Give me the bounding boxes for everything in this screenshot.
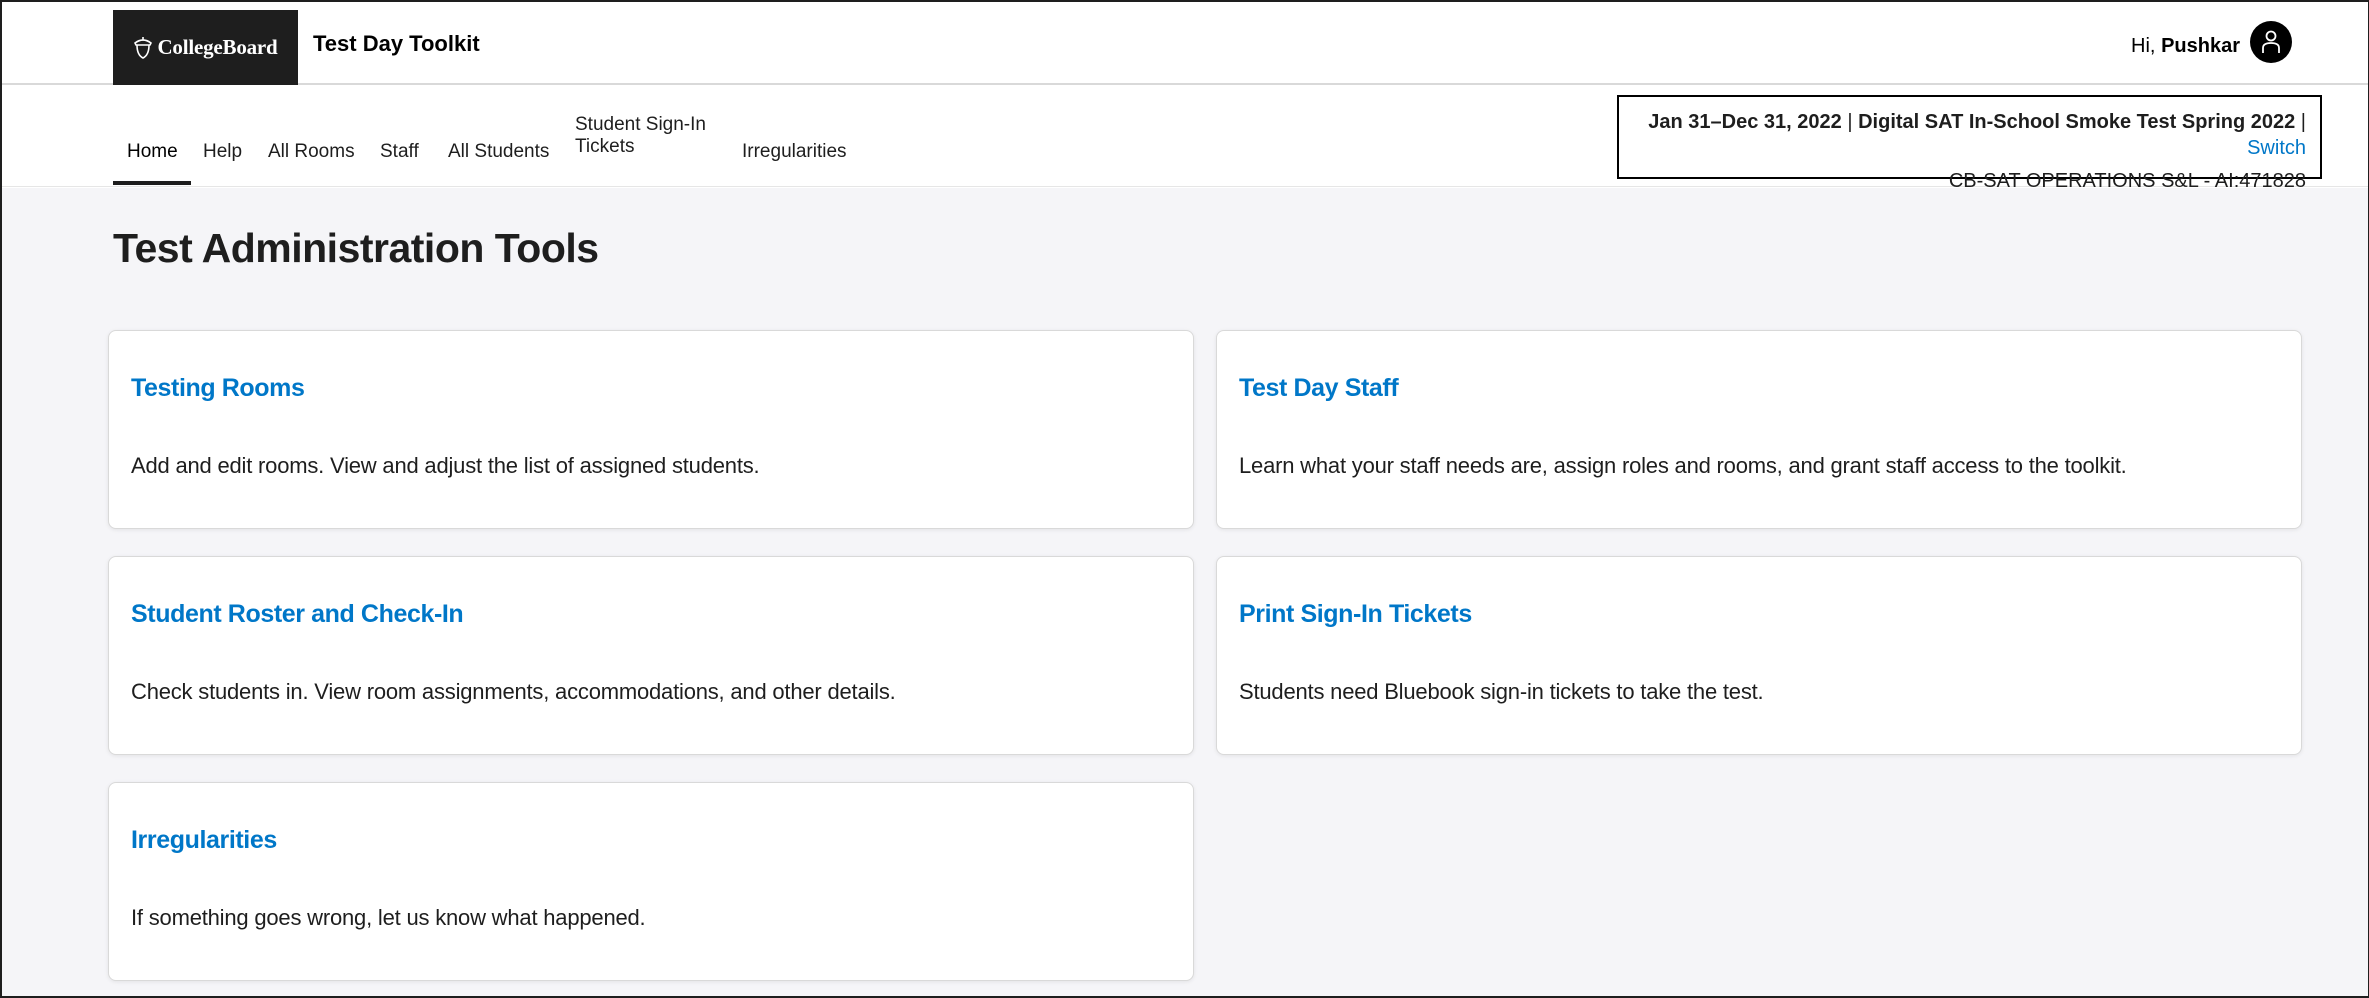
card-test-day-staff[interactable]: Test Day Staff Learn what your staff nee… xyxy=(1216,330,2302,529)
card-description: If something goes wrong, let us know wha… xyxy=(131,905,646,930)
card-title-link[interactable]: Print Sign-In Tickets xyxy=(1239,600,1472,629)
event-separator-2: | xyxy=(2300,111,2306,133)
card-irregularities[interactable]: Irregularities If something goes wrong, … xyxy=(108,782,1194,981)
card-description: Check students in. View room assignments… xyxy=(131,679,896,704)
event-separator: | xyxy=(1847,111,1853,133)
card-description: Students need Bluebook sign-in tickets t… xyxy=(1239,679,1764,704)
logo-text: CollegeBoard xyxy=(157,35,278,59)
avatar[interactable] xyxy=(2250,21,2292,63)
app-window: CollegeBoard Test Day Toolkit Hi, Pushka… xyxy=(0,0,2369,998)
user-icon xyxy=(2262,30,2280,53)
nav-item-help[interactable]: Help xyxy=(203,141,242,163)
main-content: Test Administration Tools Testing Rooms … xyxy=(2,188,2368,996)
nav-item-all-students[interactable]: All Students xyxy=(448,141,549,163)
top-bar: CollegeBoard Test Day Toolkit Hi, Pushka… xyxy=(2,2,2368,85)
user-greeting: Hi, Pushkar xyxy=(2131,35,2240,58)
event-summary: Jan 31–Dec 31, 2022 | Digital SAT In-Sch… xyxy=(1619,109,2306,161)
card-description: Learn what your staff needs are, assign … xyxy=(1239,453,2127,478)
event-name: Digital SAT In-School Smoke Test Spring … xyxy=(1858,111,2296,133)
event-selector: Jan 31–Dec 31, 2022 | Digital SAT In-Sch… xyxy=(1617,95,2322,192)
page-title: Test Administration Tools xyxy=(113,225,599,271)
switch-link[interactable]: Switch xyxy=(2247,137,2306,159)
event-dates: Jan 31–Dec 31, 2022 xyxy=(1648,111,1842,133)
card-description: Add and edit rooms. View and adjust the … xyxy=(131,453,760,478)
card-title-link[interactable]: Testing Rooms xyxy=(131,374,305,403)
nav-bar: Home Help All Rooms Staff All Students S… xyxy=(2,85,2368,192)
acorn-icon xyxy=(134,36,153,59)
nav-item-irregularities[interactable]: Irregularities xyxy=(742,141,847,163)
card-title-link[interactable]: Student Roster and Check-In xyxy=(131,600,464,629)
card-title-link[interactable]: Irregularities xyxy=(131,826,277,855)
active-tab-indicator xyxy=(113,181,191,185)
nav-item-all-rooms[interactable]: All Rooms xyxy=(268,141,355,163)
card-title-link[interactable]: Test Day Staff xyxy=(1239,374,1399,403)
card-student-roster[interactable]: Student Roster and Check-In Check studen… xyxy=(108,556,1194,755)
app-title: Test Day Toolkit xyxy=(313,31,480,56)
card-print-sign-in-tickets[interactable]: Print Sign-In Tickets Students need Blue… xyxy=(1216,556,2302,755)
card-testing-rooms[interactable]: Testing Rooms Add and edit rooms. View a… xyxy=(108,330,1194,529)
user-name: Pushkar xyxy=(2161,35,2240,57)
nav-item-home[interactable]: Home xyxy=(127,141,178,163)
collegeboard-logo[interactable]: CollegeBoard xyxy=(113,10,298,85)
nav-item-student-sign-in-tickets[interactable]: Student Sign-In Tickets xyxy=(575,114,715,158)
greeting-prefix: Hi, xyxy=(2131,35,2156,57)
nav-item-staff[interactable]: Staff xyxy=(380,141,419,163)
